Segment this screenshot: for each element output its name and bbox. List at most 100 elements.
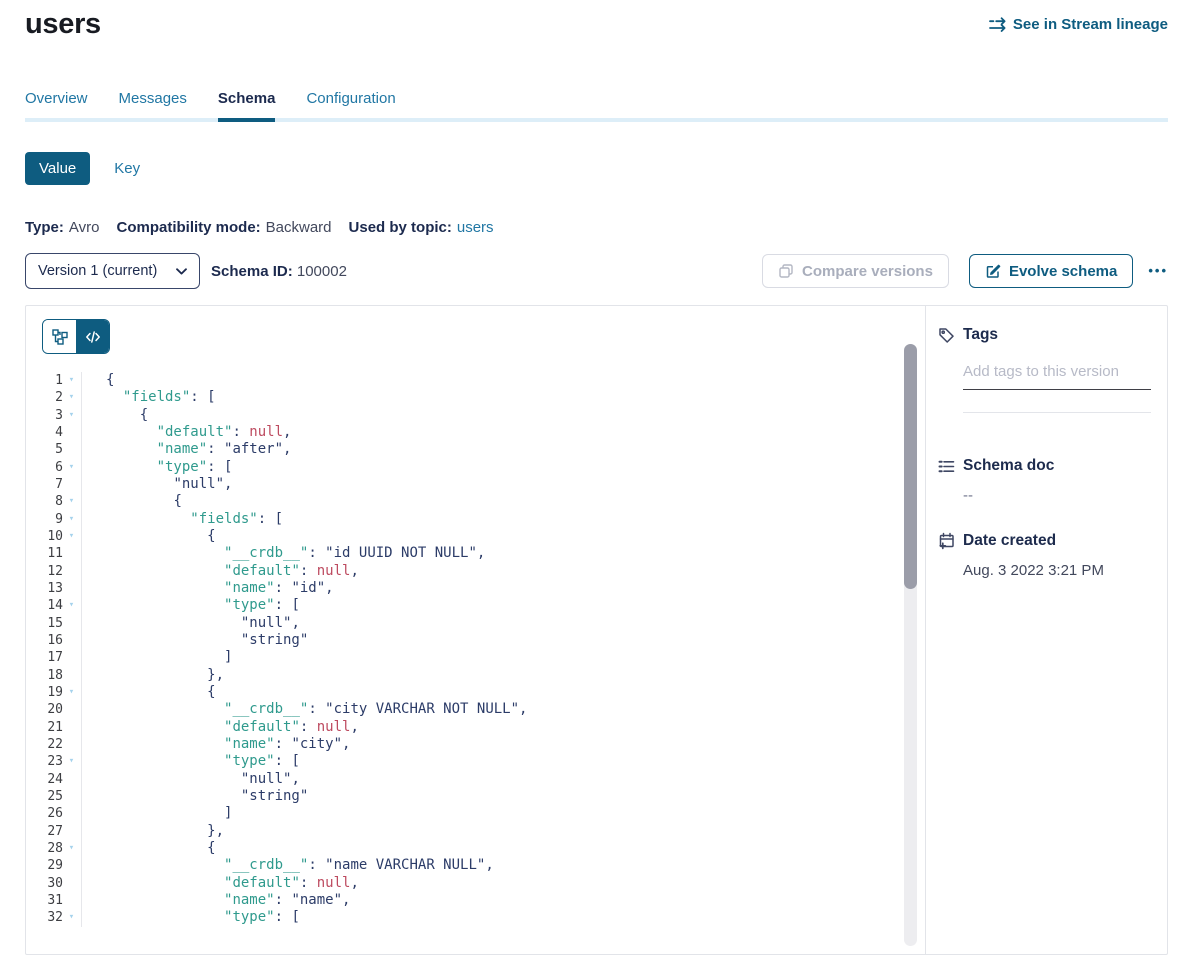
code-text[interactable]: "type": [ — [81, 753, 300, 770]
code-text[interactable]: "name": "city", — [81, 736, 350, 753]
code-text[interactable]: ] — [81, 805, 232, 822]
value-tab-button[interactable]: Value — [25, 152, 90, 185]
type-value: Avro — [69, 219, 100, 236]
code-view-button[interactable] — [76, 320, 109, 353]
code-line: 19▾ { — [26, 684, 926, 701]
code-line: 9▾ "fields": [ — [26, 511, 926, 528]
code-line: 1▾{ — [26, 372, 926, 389]
line-number: 23 — [26, 754, 63, 769]
key-tab-link[interactable]: Key — [114, 160, 140, 177]
code-line: 13 "name": "id", — [26, 580, 926, 597]
code-line: 28▾ { — [26, 840, 926, 857]
schema-id-label: Schema ID: — [211, 263, 293, 280]
code-text[interactable]: }, — [81, 823, 224, 840]
line-number: 11 — [26, 546, 63, 561]
stream-lineage-icon — [989, 17, 1006, 32]
compatibility-value: Backward — [266, 219, 332, 236]
code-text[interactable]: "default": null, — [81, 875, 359, 892]
code-text[interactable]: "string" — [81, 632, 308, 649]
evolve-schema-button[interactable]: Evolve schema — [969, 254, 1133, 288]
code-text[interactable]: { — [81, 528, 216, 545]
fold-icon[interactable]: ▾ — [63, 372, 80, 389]
code-text[interactable]: "null", — [81, 476, 232, 493]
code-line: 11 "__crdb__": "id UUID NOT NULL", — [26, 545, 926, 562]
compare-icon — [778, 263, 794, 279]
code-line: 18 }, — [26, 667, 926, 684]
code-text[interactable]: "name": "after", — [81, 441, 291, 458]
code-text[interactable]: "type": [ — [81, 597, 300, 614]
date-created-value: Aug. 3 2022 3:21 PM — [963, 562, 1151, 579]
calendar-plus-icon — [938, 532, 955, 550]
line-number: 26 — [26, 806, 63, 821]
code-text[interactable]: }, — [81, 667, 224, 684]
scrollbar-thumb[interactable] — [904, 344, 917, 589]
code-text[interactable]: "type": [ — [81, 909, 300, 926]
line-number: 16 — [26, 633, 63, 648]
fold-icon[interactable]: ▾ — [63, 493, 80, 510]
code-text[interactable]: "fields": [ — [81, 511, 283, 528]
code-line: 31 "name": "name", — [26, 892, 926, 909]
version-select[interactable]: Version 1 (current) — [25, 253, 200, 289]
fold-icon[interactable]: ▾ — [63, 597, 80, 614]
code-text[interactable]: "__crdb__": "city VARCHAR NOT NULL", — [81, 701, 527, 718]
code-text[interactable]: "fields": [ — [81, 389, 216, 406]
code-line: 25 "string" — [26, 788, 926, 805]
fold-icon[interactable]: ▾ — [63, 389, 80, 406]
fold-icon[interactable]: ▾ — [63, 528, 80, 545]
code-line: 5 "name": "after", — [26, 441, 926, 458]
line-number: 29 — [26, 858, 63, 873]
code-text[interactable]: "null", — [81, 615, 300, 632]
add-tags-input[interactable]: Add tags to this version — [963, 363, 1151, 390]
line-number: 9 — [26, 512, 63, 527]
code-line: 16 "string" — [26, 632, 926, 649]
code-text[interactable]: "string" — [81, 788, 308, 805]
more-actions-button[interactable]: ••• — [1148, 254, 1168, 288]
tab-bar: Overview Messages Schema Configuration — [25, 90, 396, 122]
line-number: 8 — [26, 494, 63, 509]
code-text[interactable]: "null", — [81, 771, 300, 788]
code-text[interactable]: "__crdb__": "id UUID NOT NULL", — [81, 545, 485, 562]
schema-meta-row: Type:Avro Compatibility mode:Backward Us… — [25, 219, 511, 236]
code-text[interactable]: "name": "name", — [81, 892, 350, 909]
schema-id: Schema ID: 100002 — [211, 263, 347, 280]
topic-link[interactable]: users — [457, 219, 494, 236]
tab-messages[interactable]: Messages — [119, 90, 187, 122]
code-line: 27 }, — [26, 823, 926, 840]
code-text[interactable]: { — [81, 493, 182, 510]
fold-icon[interactable]: ▾ — [63, 909, 80, 926]
code-text[interactable]: "name": "id", — [81, 580, 334, 597]
tree-view-icon — [52, 329, 68, 345]
tree-view-button[interactable] — [43, 320, 76, 353]
schema-code: 1▾{2▾ "fields": [3▾ {4 "default": null,5… — [26, 372, 926, 927]
code-text[interactable]: "default": null, — [81, 563, 359, 580]
line-number: 3 — [26, 408, 63, 423]
fold-icon[interactable]: ▾ — [63, 684, 80, 701]
fold-icon[interactable]: ▾ — [63, 511, 80, 528]
line-number: 1 — [26, 373, 63, 388]
code-view-icon — [85, 329, 101, 345]
fold-icon[interactable]: ▾ — [63, 459, 80, 476]
code-text[interactable]: { — [81, 372, 114, 389]
code-text[interactable]: "__crdb__": "name VARCHAR NULL", — [81, 857, 494, 874]
code-text[interactable]: "type": [ — [81, 459, 232, 476]
code-text[interactable]: { — [81, 684, 216, 701]
tab-schema[interactable]: Schema — [218, 90, 276, 122]
compare-versions-button[interactable]: Compare versions — [762, 254, 949, 288]
fold-icon[interactable]: ▾ — [63, 840, 80, 857]
tab-overview[interactable]: Overview — [25, 90, 88, 122]
code-text[interactable]: { — [81, 407, 148, 424]
sidebar-divider — [963, 412, 1151, 413]
code-text[interactable]: ] — [81, 649, 232, 666]
tab-configuration[interactable]: Configuration — [306, 90, 395, 122]
stream-lineage-link[interactable]: See in Stream lineage — [989, 16, 1168, 33]
code-line: 29 "__crdb__": "name VARCHAR NULL", — [26, 857, 926, 874]
line-number: 19 — [26, 685, 63, 700]
code-text[interactable]: "default": null, — [81, 719, 359, 736]
editor-vertical-scrollbar[interactable] — [904, 344, 917, 946]
fold-icon[interactable]: ▾ — [63, 407, 80, 424]
fold-icon[interactable]: ▾ — [63, 753, 80, 770]
code-line: 4 "default": null, — [26, 424, 926, 441]
code-text[interactable]: "default": null, — [81, 424, 291, 441]
code-line: 10▾ { — [26, 528, 926, 545]
code-text[interactable]: { — [81, 840, 216, 857]
